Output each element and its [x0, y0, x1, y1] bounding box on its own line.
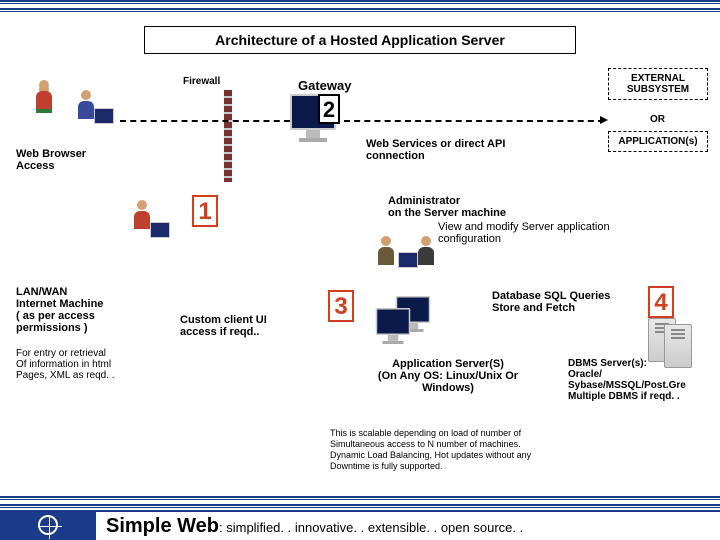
top-stripe-1: [0, 0, 720, 4]
or-label: OR: [650, 114, 665, 125]
lanwan-label: LAN/WANInternet Machine( as per accesspe…: [16, 286, 103, 334]
dbms-label: DBMS Server(s):Oracle/Sybase/MSSQL/Post.…: [568, 358, 686, 402]
dashed-connector-1: [120, 120, 290, 122]
step-4-marker: 4: [648, 286, 674, 318]
db-queries-label: Database SQL QueriesStore and Fetch: [492, 290, 610, 314]
dashed-connector-2: [344, 120, 604, 122]
diagram-title: Architecture of a Hosted Application Ser…: [144, 26, 576, 54]
single-user-icon: [128, 200, 178, 254]
step-3-marker: 3: [328, 290, 354, 322]
web-services-label: Web Services or direct APIconnection: [366, 138, 505, 162]
admin-users-icon: [378, 232, 448, 282]
bottom-stripe-2: [0, 504, 720, 508]
bottom-stripe-1: [0, 496, 720, 500]
web-browser-label: Web BrowserAccess: [16, 148, 86, 172]
footer-text: Simple Web: simplified. . innovative. . …: [106, 515, 523, 538]
firewall-bar: [224, 90, 232, 182]
footer-logo-box: [0, 510, 96, 540]
applications-box: APPLICATION(s): [608, 131, 708, 152]
admin-description: View and modify Server applicationconfig…: [438, 221, 610, 245]
gateway-label: Gateway: [298, 78, 351, 93]
users-group-icon: [36, 80, 122, 144]
external-subsystem-box: EXTERNAL SUBSYSTEM: [608, 68, 708, 100]
entry-retrieval-label: For entry or retrievalOf information in …: [16, 348, 115, 381]
custom-client-label: Custom client UIaccess if reqd..: [180, 314, 267, 338]
step-1-marker: 1: [192, 195, 218, 227]
top-stripe-2: [0, 8, 720, 12]
administrator-label: Administratoron the Server machine: [388, 195, 506, 219]
step-2-marker: 2: [318, 94, 340, 124]
appserver-label: Application Server(S)(On Any OS: Linux/U…: [358, 358, 538, 394]
arrow-icon: [600, 116, 608, 124]
globe-icon: [38, 515, 58, 535]
scalability-note: This is scalable depending on load of nu…: [330, 428, 610, 472]
footer: Simple Web: simplified. . innovative. . …: [0, 510, 720, 540]
firewall-label: Firewall: [183, 76, 220, 87]
